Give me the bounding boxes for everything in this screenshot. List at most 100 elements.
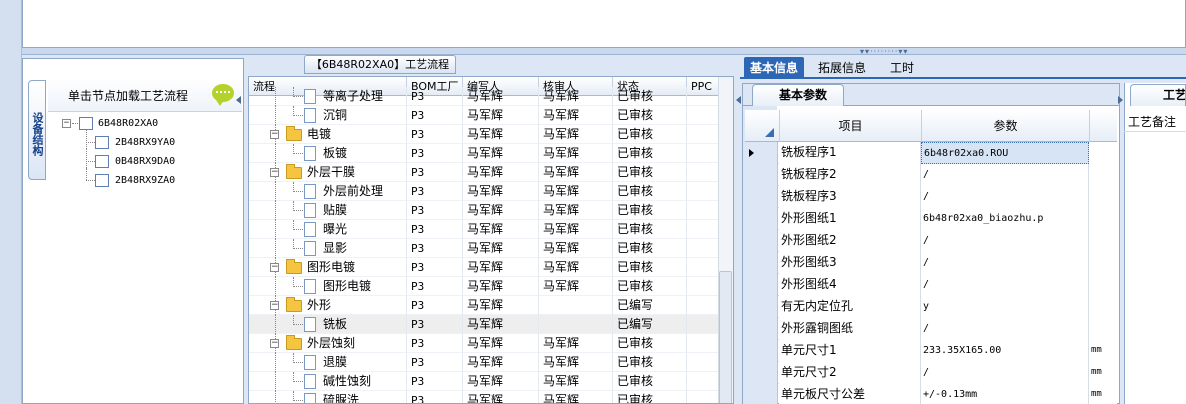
param-value[interactable]: /: [921, 164, 1089, 186]
param-value[interactable]: /: [921, 230, 1089, 252]
row-selector[interactable]: [745, 340, 778, 362]
row-selector[interactable]: [745, 296, 778, 318]
table-row[interactable]: − 外形 P3 马军辉 已编写: [249, 296, 719, 315]
param-row[interactable]: 外形图纸1 6b48r02xa0_biaozhu.p: [745, 208, 1117, 230]
param-value[interactable]: /: [921, 252, 1089, 274]
tab-device-structure[interactable]: 设备结构: [28, 80, 46, 180]
param-row[interactable]: 单元尺寸1 233.35X165.00 mm: [745, 340, 1117, 362]
collapse-node-icon[interactable]: −: [270, 263, 279, 272]
collapse-node-icon[interactable]: −: [270, 130, 279, 139]
collapse-node-icon[interactable]: −: [62, 119, 71, 128]
param-item: 单元板尺寸公差: [779, 384, 921, 404]
row-selector[interactable]: [745, 384, 778, 404]
param-value[interactable]: 233.35X165.00: [921, 340, 1089, 362]
table-row[interactable]: 曝光 P3 马军辉 马军辉 已审核: [249, 220, 719, 239]
table-row[interactable]: 铣板 P3 马军辉 已编写: [249, 315, 719, 334]
cell-ppc: [687, 220, 719, 239]
cell-writer: 马军辉: [463, 125, 539, 144]
table-row[interactable]: 外层前处理 P3 马军辉 马军辉 已审核: [249, 182, 719, 201]
param-row[interactable]: 铣板程序3/: [745, 186, 1117, 208]
row-selector[interactable]: [745, 362, 778, 384]
row-selector[interactable]: [745, 230, 778, 252]
column-header-item[interactable]: 项目: [779, 110, 921, 142]
tab-2[interactable]: 工时: [884, 57, 920, 79]
param-item: 单元尺寸2: [779, 362, 921, 384]
load-hint-label: 单击节点加载工艺流程: [68, 89, 189, 103]
table-row[interactable]: − 外层蚀刻 P3 马军辉 马军辉 已审核: [249, 334, 719, 353]
table-row[interactable]: − 图形电镀 P3 马军辉 马军辉 已审核: [249, 258, 719, 277]
tab-process[interactable]: 工艺: [1130, 84, 1186, 106]
param-value[interactable]: /: [921, 186, 1089, 208]
param-row[interactable]: 铣板程序2/: [745, 164, 1117, 186]
process-flow-grid: 流程 BOM工厂 编写人 核审人 状态 PPC 等离子处理 P3 马军辉 马军辉 已审核 沉铜 P3 马…: [248, 76, 734, 404]
tree-node[interactable]: 2B48RX9YA0: [60, 130, 240, 152]
param-row[interactable]: 外形图纸2/: [745, 230, 1117, 252]
tree-node[interactable]: 0B48RX9DA0: [60, 149, 240, 171]
document-icon: [304, 184, 316, 199]
cell-writer: 马军辉: [463, 353, 539, 372]
table-row[interactable]: 等离子处理 P3 马军辉 马军辉 已审核: [249, 87, 719, 106]
row-selector[interactable]: [745, 164, 778, 186]
collapse-left-arrow-icon[interactable]: [236, 96, 241, 104]
table-row[interactable]: 退膜 P3 马军辉 马军辉 已审核: [249, 353, 719, 372]
param-row[interactable]: 单元板尺寸公差 +/-0.13mm mm: [745, 384, 1117, 404]
collapse-right-arrow-icon[interactable]: [1118, 96, 1123, 104]
row-selector[interactable]: [745, 274, 778, 296]
tab-basic-params[interactable]: 基本参数: [752, 84, 844, 106]
param-row[interactable]: 有无内定位孔 y: [745, 296, 1117, 318]
column-header-value[interactable]: 参数: [921, 110, 1089, 142]
param-value[interactable]: +/-0.13mm: [921, 384, 1089, 404]
table-row[interactable]: − 外层干膜 P3 马军辉 马军辉 已审核: [249, 163, 719, 182]
process-name: 外层前处理: [323, 184, 384, 198]
collapse-node-icon[interactable]: −: [270, 168, 279, 177]
row-selector[interactable]: [745, 186, 778, 208]
tab-0[interactable]: 基本信息: [744, 57, 805, 79]
tree-connector: [293, 153, 303, 154]
row-selector[interactable]: [745, 208, 778, 230]
tree-node[interactable]: 2B48RX9ZA0: [60, 168, 240, 190]
param-value[interactable]: 6b48r02xa0.ROU: [921, 142, 1089, 164]
tree-connector: [275, 220, 276, 239]
cell-ppc: [687, 334, 719, 353]
param-row[interactable]: 单元尺寸2/mm: [745, 362, 1117, 384]
collapse-middle-arrow-icon[interactable]: [736, 96, 741, 104]
tab-1[interactable]: 拓展信息: [812, 57, 872, 79]
current-row-arrow-icon: [749, 149, 754, 157]
table-row[interactable]: 图形电镀 P3 马军辉 马军辉 已审核: [249, 277, 719, 296]
document-icon: [304, 146, 316, 161]
vertical-scrollbar[interactable]: [718, 77, 733, 403]
process-name-cell: 等离子处理: [249, 87, 407, 106]
table-row[interactable]: 贴膜 P3 马军辉 马军辉 已审核: [249, 201, 719, 220]
param-value[interactable]: /: [921, 318, 1089, 340]
param-row[interactable]: 铣板程序1 6b48r02xa0.ROU: [745, 142, 1117, 164]
table-row[interactable]: − 电镀 P3 马军辉 马军辉 已审核: [249, 125, 719, 144]
param-value[interactable]: /: [921, 274, 1089, 296]
splitter-grip-icon[interactable]: ▾▾········▾▾: [860, 48, 928, 56]
collapse-node-icon[interactable]: −: [270, 301, 279, 310]
table-row[interactable]: 沉铜 P3 马军辉 马军辉 已审核: [249, 106, 719, 125]
param-value[interactable]: 6b48r02xa0_biaozhu.p: [921, 208, 1089, 230]
select-all-corner-icon[interactable]: [765, 128, 774, 137]
param-row[interactable]: 外形图纸3/: [745, 252, 1117, 274]
tree-connector: [293, 96, 303, 97]
collapse-node-icon[interactable]: −: [270, 339, 279, 348]
row-selector[interactable]: [745, 318, 778, 340]
param-value[interactable]: y: [921, 296, 1089, 318]
table-row[interactable]: 显影 P3 马军辉 马军辉 已审核: [249, 239, 719, 258]
row-selector[interactable]: [745, 142, 778, 164]
chat-bubble-icon[interactable]: [212, 84, 234, 106]
param-row[interactable]: 外形露铜图纸 /: [745, 318, 1117, 340]
param-row[interactable]: 外形图纸4/: [745, 274, 1117, 296]
tree-connector: [72, 123, 78, 124]
table-row[interactable]: 板镀 P3 马军辉 马军辉 已审核: [249, 144, 719, 163]
horizontal-splitter[interactable]: [22, 48, 1186, 55]
scrollbar-thumb[interactable]: [719, 271, 732, 403]
cell-writer: 马军辉: [463, 258, 539, 277]
row-selector[interactable]: [745, 252, 778, 274]
tree-node-label: 2B48RX9YA0: [115, 137, 176, 148]
table-row[interactable]: 硫脲洗 P3 马军辉 马军辉 已审核: [249, 391, 719, 403]
process-name-cell: 沉铜: [249, 106, 407, 125]
tree-node[interactable]: − 6B48R02XA0: [60, 114, 240, 133]
param-value[interactable]: /: [921, 362, 1089, 384]
table-row[interactable]: 碱性蚀刻 P3 马军辉 马军辉 已审核: [249, 372, 719, 391]
